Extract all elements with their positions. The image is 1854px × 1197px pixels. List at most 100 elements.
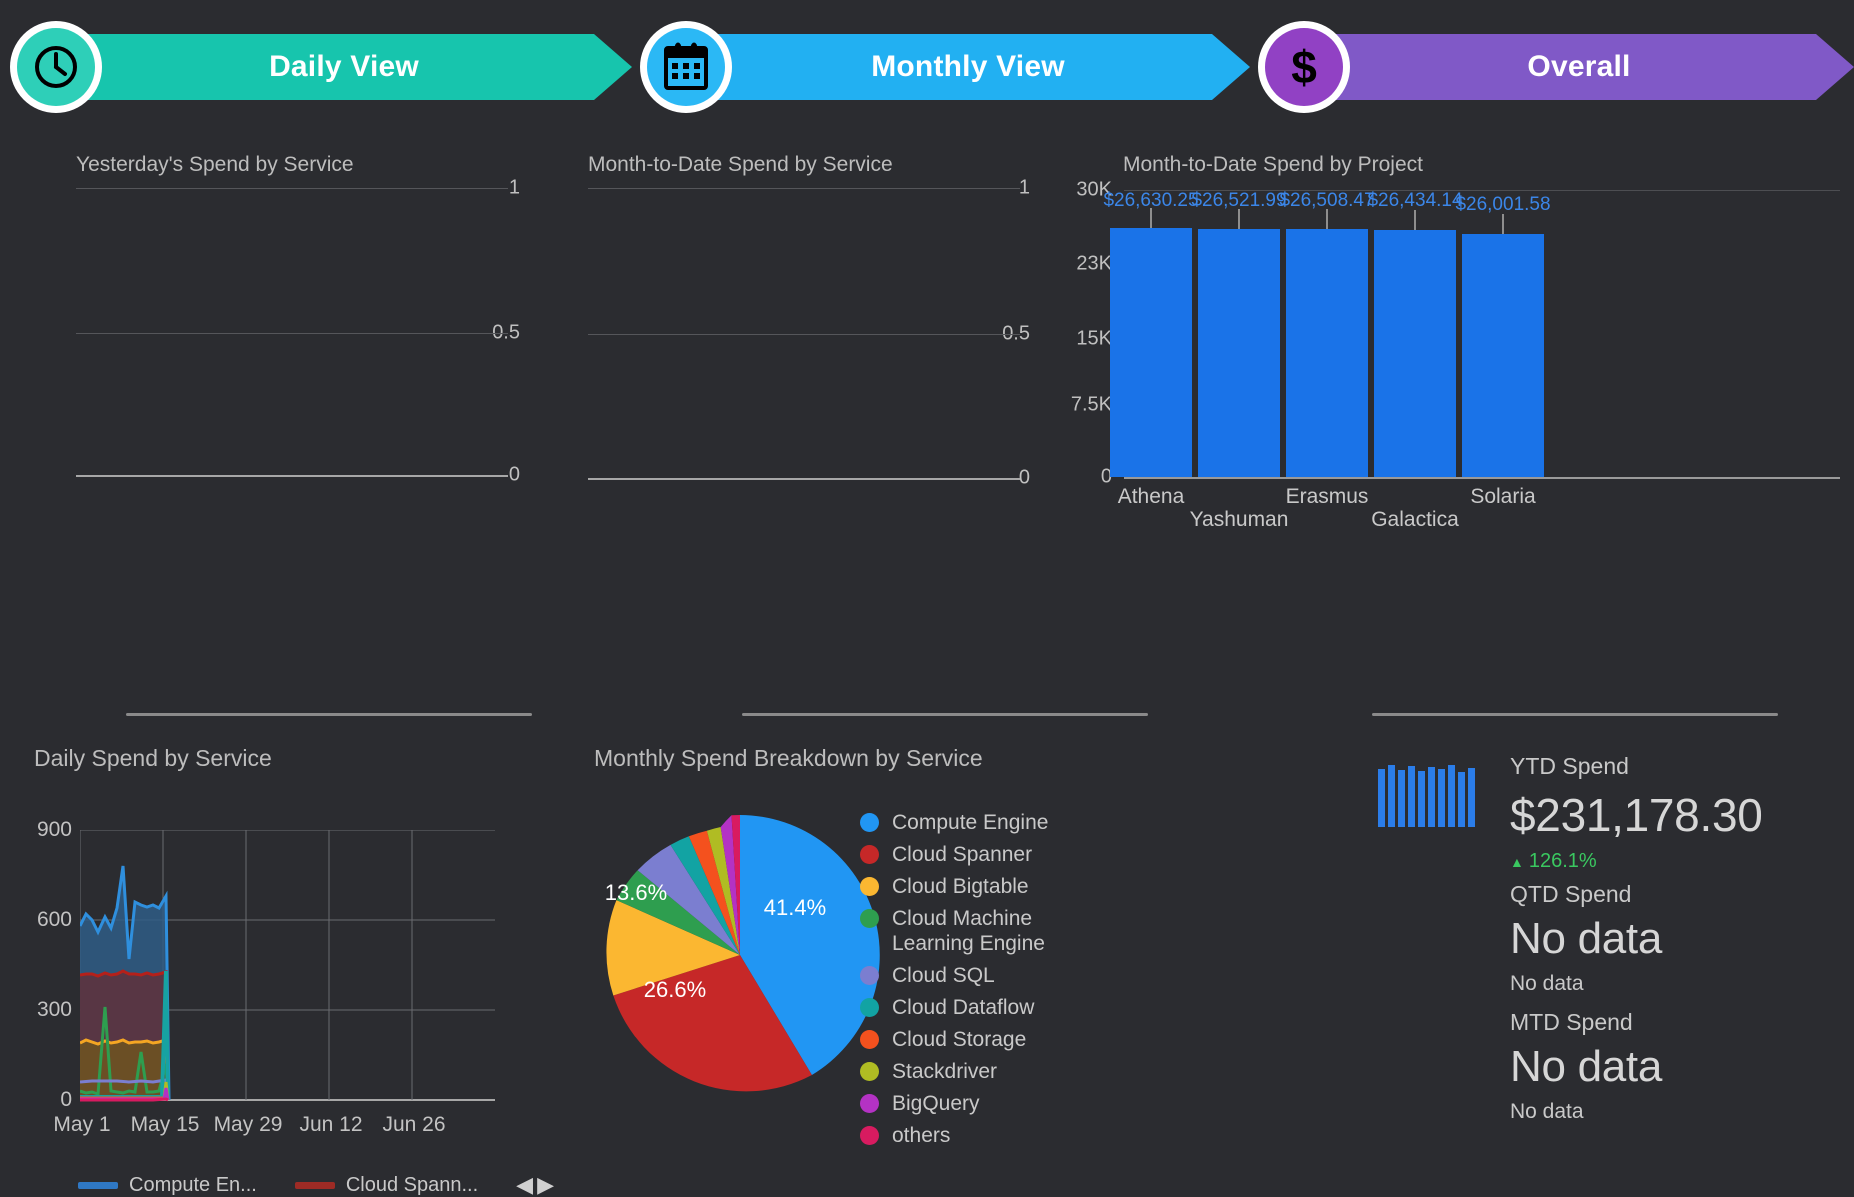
y-tick-label: 23K (1076, 252, 1112, 275)
bar[interactable] (1462, 234, 1544, 477)
legend-item[interactable]: Compute Engine (860, 810, 1160, 835)
legend-item[interactable]: Cloud SQL (860, 963, 1160, 988)
legend-swatch (860, 966, 879, 985)
legend-item[interactable]: Cloud Spann... (294, 1173, 479, 1197)
bar-category-label: Galactica (1371, 508, 1459, 531)
mtd-project-panel: Month-to-Date Spend by Project 30K 23K 1… (1040, 148, 1840, 548)
scorecard-qtd[interactable]: QTD Spend No data No data (1510, 881, 1662, 996)
bar[interactable] (1198, 229, 1280, 477)
scorecard-qtd-sub: No data (1510, 972, 1584, 995)
legend-swatch (78, 1181, 118, 1189)
scorecard-ytd-delta-value: 126.1% (1528, 850, 1597, 872)
daily-spend-legend: Compute En... Cloud Spann... ◀ ▶ (78, 1172, 578, 1197)
divider-left (126, 713, 532, 716)
legend-label: Cloud SQL (892, 964, 995, 987)
scorecard-ytd[interactable]: YTD Spend $231,178.30 ▲ 126.1% (1510, 753, 1763, 873)
bar[interactable] (1374, 230, 1456, 477)
tab-overall[interactable]: Overall $ (1258, 21, 1854, 113)
gridline (588, 188, 1020, 189)
daily-spend-panel: Daily Spend by Service 900 600 300 0 May… (20, 745, 580, 1197)
legend-item[interactable]: Cloud Machine Learning Engine (860, 906, 1160, 956)
y-tick-label: 30K (1076, 178, 1112, 201)
scorecard-ytd-value: $231,178.30 (1510, 789, 1763, 841)
scorecard-qtd-label: QTD Spend (1510, 881, 1632, 907)
tab-daily-view-badge (10, 21, 102, 113)
legend-swatch (860, 1126, 879, 1145)
legend-swatch (860, 1062, 879, 1081)
bar-stem (1326, 209, 1328, 229)
scorecard-mtd-sub: No data (1510, 1100, 1584, 1123)
legend-label: Stackdriver (892, 1060, 998, 1083)
mtd-project-chart[interactable]: 30K 23K 15K 7.5K 0 $26,630.25 $26,521.99… (1040, 148, 1840, 548)
monthly-breakdown-panel: Monthly Spend Breakdown by Service 41.4%… (580, 745, 1200, 1185)
bar-category-label: Athena (1117, 485, 1185, 508)
y-tick-label: 900 (36, 818, 72, 841)
yesterday-spend-chart[interactable]: 1 0.5 0 (20, 148, 520, 508)
divider-right (1372, 713, 1778, 716)
scorecard-mtd[interactable]: MTD Spend No data No data (1510, 1009, 1662, 1124)
legend-item[interactable]: Stackdriver (860, 1059, 1160, 1084)
legend-label: Cloud Machine Learning Engine (892, 907, 1045, 955)
view-tab-bar: Daily View Monthly View Overall $ (0, 0, 1854, 128)
bar-category-label: Solaria (1470, 485, 1536, 508)
legend-item[interactable]: Cloud Dataflow (860, 995, 1160, 1020)
daily-spend-chart[interactable]: 900 600 300 0 May 1 May 15 May 29 Jun 12… (20, 745, 580, 1197)
legend-swatch (860, 845, 879, 864)
pie-slice-label: 41.4% (763, 895, 827, 920)
legend-label: Cloud Spann... (345, 1173, 479, 1196)
legend-label: Cloud Storage (892, 1028, 1027, 1051)
axis-line (1124, 477, 1840, 479)
tab-monthly-view[interactable]: Monthly View (640, 21, 1250, 113)
legend-label: others (892, 1124, 951, 1147)
bar-value-label: $26,521.99 (1191, 190, 1287, 211)
legend-swatch (294, 1181, 335, 1189)
tab-daily-view-banner[interactable]: Daily View (56, 34, 632, 100)
y-tick-label: 300 (36, 998, 72, 1021)
gridline (76, 333, 508, 334)
daily-spend-plot (80, 830, 495, 1102)
legend-label: Cloud Dataflow (892, 996, 1035, 1019)
yesterday-spend-panel: Yesterday's Spend by Service 1 0.5 0 (20, 148, 520, 508)
bar[interactable] (1286, 229, 1368, 477)
legend-item[interactable]: Cloud Storage (860, 1027, 1160, 1052)
mtd-service-chart[interactable]: 1 0.5 0 (530, 148, 1030, 508)
pie-slice-label: 13.6% (604, 880, 668, 905)
legend-swatch (860, 998, 879, 1017)
monthly-breakdown-pie[interactable] (590, 805, 890, 1105)
legend-item[interactable]: BigQuery (860, 1091, 1160, 1116)
legend-swatch (860, 877, 879, 896)
legend-item[interactable]: Cloud Bigtable (860, 874, 1160, 899)
scorecard-qtd-value: No data (1510, 914, 1663, 963)
y-tick-label: 7.5K (1070, 393, 1112, 416)
axis-line (588, 478, 1020, 480)
scorecard-ytd-delta: ▲ 126.1% (1510, 850, 1763, 873)
monthly-breakdown-legend: Compute Engine Cloud Spanner Cloud Bigta… (860, 810, 1160, 1155)
gridline (76, 188, 508, 189)
legend-pager[interactable]: ◀ ▶ (516, 1172, 554, 1197)
sparkline-icon (1378, 765, 1475, 827)
x-tick-label: Jun 26 (382, 1113, 446, 1136)
bar-value-label: $26,001.58 (1455, 194, 1551, 215)
tab-monthly-view-badge (640, 21, 732, 113)
bar-category-label: Erasmus (1285, 485, 1369, 508)
mtd-service-panel: Month-to-Date Spend by Service 1 0.5 0 (530, 148, 1030, 508)
legend-swatch (860, 813, 879, 832)
legend-swatch (860, 1030, 879, 1049)
scorecard-mtd-value: No data (1510, 1042, 1663, 1091)
legend-label: Cloud Spanner (892, 843, 1033, 866)
tab-overall-banner[interactable]: Overall (1304, 34, 1854, 100)
bar-stem (1238, 209, 1240, 229)
legend-prev-arrow-icon[interactable]: ◀ (516, 1172, 533, 1197)
legend-next-arrow-icon[interactable]: ▶ (537, 1172, 554, 1197)
bar[interactable] (1110, 228, 1192, 477)
legend-item[interactable]: Cloud Spanner (860, 842, 1160, 867)
legend-item[interactable]: Compute En... (78, 1174, 257, 1197)
x-tick-label: May 29 (213, 1113, 283, 1136)
bar-value-label: $26,630.25 (1103, 190, 1199, 211)
tab-monthly-view-banner[interactable]: Monthly View (686, 34, 1250, 100)
tab-overall-badge: $ (1258, 21, 1350, 113)
arrow-up-icon: ▲ (1510, 853, 1524, 870)
tab-daily-view[interactable]: Daily View (10, 21, 632, 113)
legend-item[interactable]: others (860, 1123, 1160, 1148)
y-tick-label: 600 (36, 908, 72, 931)
